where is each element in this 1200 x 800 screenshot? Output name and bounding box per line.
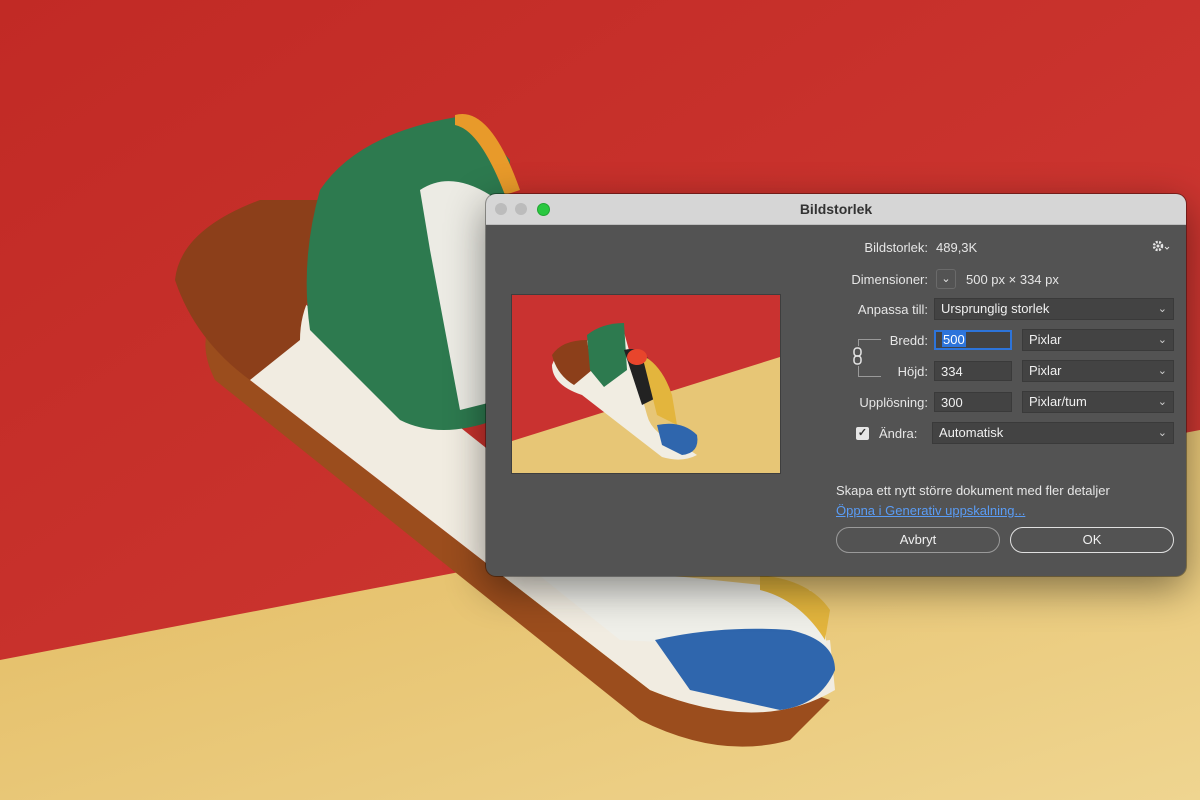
ok-button[interactable]: OK [1010, 527, 1174, 553]
resample-select[interactable]: Automatisk ⌄ [932, 422, 1174, 444]
chevron-down-icon: ⌄ [1157, 365, 1167, 377]
resample-checkbox[interactable]: ✓ [856, 427, 869, 440]
width-input[interactable]: 500 [934, 330, 1012, 350]
width-unit-value: Pixlar [1029, 332, 1062, 347]
image-size-value: 489,3K [936, 240, 978, 255]
preview-thumbnail [512, 295, 780, 473]
resolution-label: Upplösning: [859, 395, 928, 410]
width-label: Bredd: [889, 333, 928, 348]
chevron-down-icon: ⌄ [1157, 427, 1167, 439]
dimensions-label: Dimensioner: [851, 272, 928, 287]
image-preview[interactable] [511, 294, 781, 474]
fit-to-label: Anpassa till: [857, 302, 928, 317]
resolution-value: 300 [941, 395, 963, 410]
chevron-down-icon: ⌄ [1157, 303, 1167, 315]
chevron-down-icon: ⌄ [1157, 396, 1167, 408]
height-value: 334 [941, 364, 963, 379]
height-label: Höjd: [897, 364, 928, 379]
height-input[interactable]: 334 [934, 361, 1012, 381]
checkmark-icon: ✓ [857, 427, 868, 439]
width-value: 500 [942, 332, 966, 347]
chevron-down-icon: ⌄ [941, 273, 951, 285]
generative-upscale-link[interactable]: Öppna i Generativ uppskalning... [836, 503, 1025, 518]
gear-icon[interactable] [1151, 238, 1171, 254]
fit-to-value: Ursprunglig storlek [941, 301, 1050, 316]
resample-label: Ändra: [879, 426, 918, 441]
height-unit-select[interactable]: Pixlar ⌄ [1022, 360, 1174, 382]
resolution-unit-value: Pixlar/tum [1029, 394, 1087, 409]
image-size-label: Bildstorlek: [864, 240, 928, 255]
resample-value: Automatisk [939, 425, 1004, 440]
chain-link-icon[interactable] [850, 346, 866, 366]
height-unit-value: Pixlar [1029, 363, 1062, 378]
resolution-input[interactable]: 300 [934, 392, 1012, 412]
resolution-unit-select[interactable]: Pixlar/tum ⌄ [1022, 391, 1174, 413]
image-size-dialog: Bildstorlek Bildstorlek: 489,3K Dimensio… [486, 194, 1186, 576]
chevron-down-icon: ⌄ [1157, 334, 1167, 346]
dialog-title: Bildstorlek [799, 201, 873, 217]
generative-hint-text: Skapa ett nytt större dokument med fler … [836, 483, 1110, 498]
fit-to-select[interactable]: Ursprunglig storlek ⌄ [934, 298, 1174, 320]
dimensions-unit-dropdown[interactable]: ⌄ [936, 269, 956, 289]
dimensions-value: 500 px × 334 px [966, 272, 1059, 287]
dialog-titlebar[interactable]: Bildstorlek [486, 194, 1186, 225]
width-unit-select[interactable]: Pixlar ⌄ [1022, 329, 1174, 351]
cancel-button[interactable]: Avbryt [836, 527, 1000, 553]
